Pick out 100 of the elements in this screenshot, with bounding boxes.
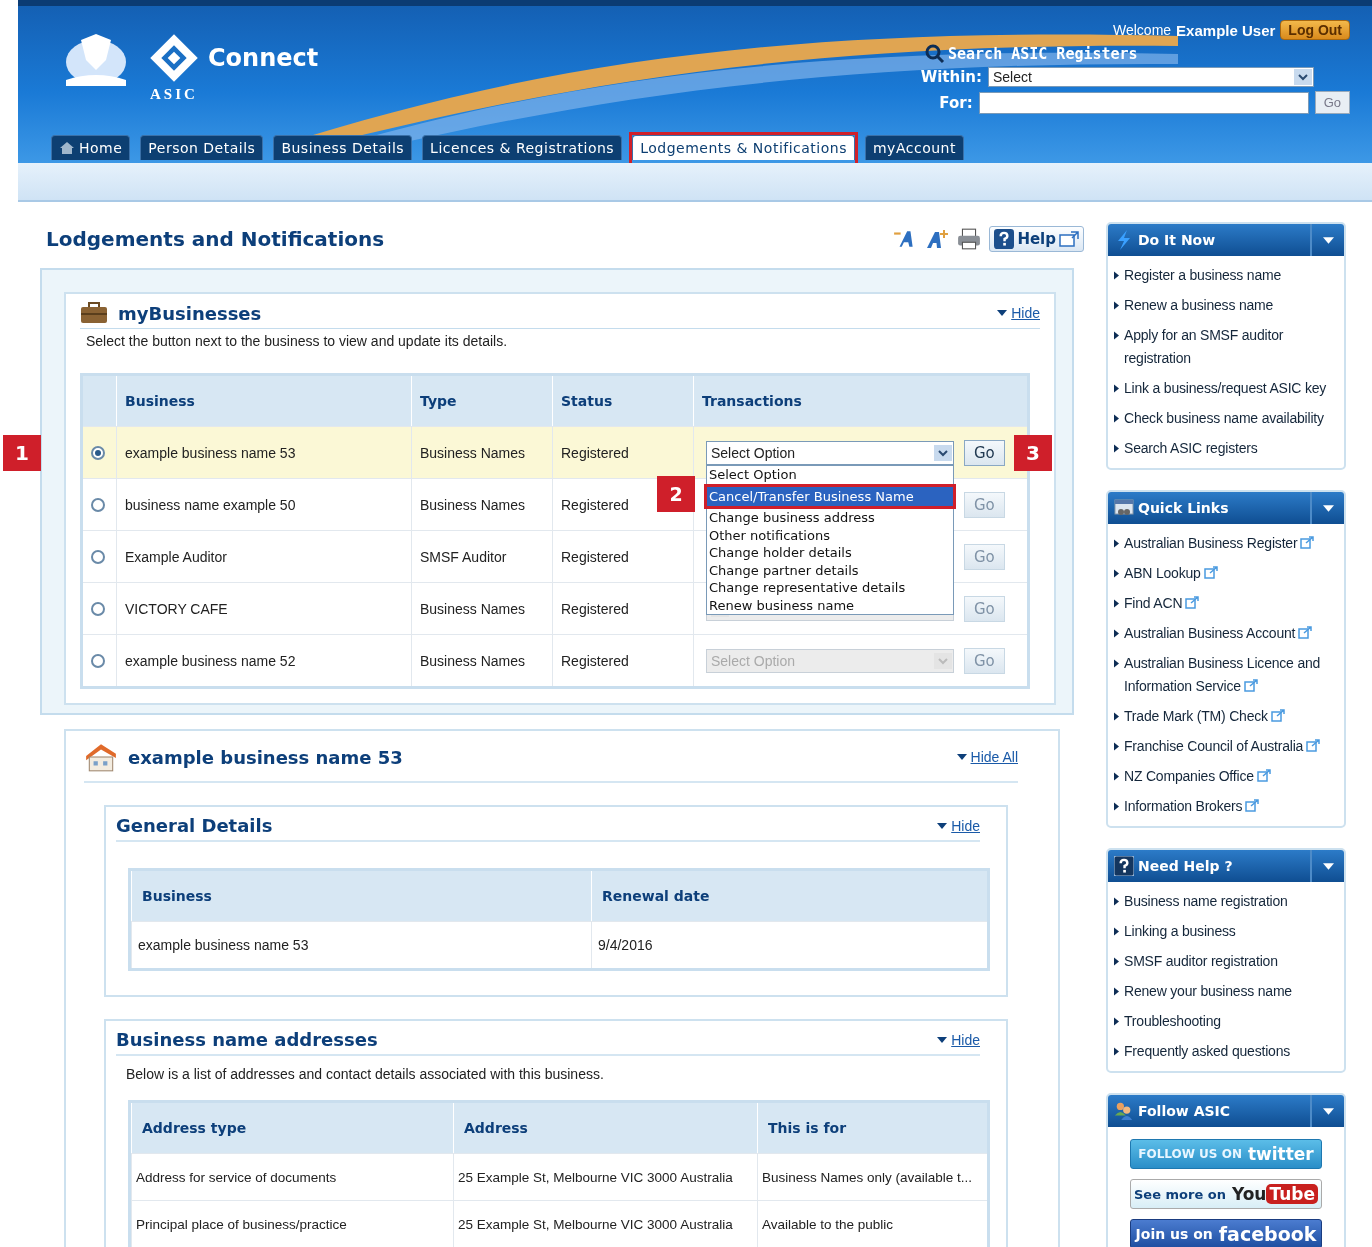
table-cell: Example Auditor xyxy=(116,530,411,582)
sidebar-link[interactable]: Check business name availability xyxy=(1124,407,1324,430)
sidebar-link[interactable]: Information Brokers xyxy=(1124,795,1260,818)
sidebar-link[interactable]: Franchise Council of Australia xyxy=(1124,735,1321,758)
nav-tab[interactable]: Business Details xyxy=(273,135,413,160)
hide-link[interactable]: Hide xyxy=(937,817,980,834)
external-link-icon xyxy=(1270,709,1285,722)
table-cell: VICTORY CAFE xyxy=(116,582,411,634)
callout-badge: 2 xyxy=(657,475,695,512)
sidebar-link[interactable]: Find ACN xyxy=(1124,592,1200,615)
dropdown-option[interactable]: Change business address xyxy=(707,509,953,527)
table-cell: example business name 52 xyxy=(116,634,411,686)
caret-icon xyxy=(997,310,1008,316)
column-header: Address type xyxy=(131,1103,453,1153)
search-go-button[interactable]: Go xyxy=(1314,91,1350,114)
within-select[interactable]: Select xyxy=(988,67,1314,87)
sidebar-link[interactable]: ABN Lookup xyxy=(1124,562,1218,585)
sidebar-link[interactable]: Australian Business Register xyxy=(1124,532,1315,555)
social-button[interactable]: Join us on facebook xyxy=(1130,1219,1322,1247)
hide-all-link[interactable]: Hide All xyxy=(956,749,1018,765)
bullet-icon xyxy=(1114,271,1119,280)
sidebar-link[interactable]: Renew a business name xyxy=(1124,294,1274,317)
sidebar-link[interactable]: Trade Mark (TM) Check xyxy=(1124,705,1285,728)
table-cell: Registered xyxy=(552,634,693,686)
table-cell: Business Names xyxy=(411,582,552,634)
column-header: Address xyxy=(453,1103,757,1153)
caret-icon xyxy=(1322,236,1334,244)
caret-icon xyxy=(1322,862,1334,870)
sidebar-link[interactable]: Search ASIC registers xyxy=(1124,437,1258,460)
bullet-icon xyxy=(1114,927,1119,936)
dropdown-option[interactable]: Renew business name xyxy=(707,596,953,614)
external-link-icon xyxy=(1243,679,1258,692)
sidebar-link[interactable]: Renew your business name xyxy=(1124,980,1292,1003)
radio-button[interactable] xyxy=(91,445,105,460)
sidebar-link[interactable]: NZ Companies Office xyxy=(1124,765,1271,788)
caret-icon xyxy=(1322,504,1334,512)
table-cell: 25 Example St, Melbourne VIC 3000 Australia xyxy=(453,1200,757,1247)
column-header: Business xyxy=(116,376,411,426)
go-button[interactable]: Go xyxy=(964,439,1005,466)
dropdown-option[interactable]: Change representative details xyxy=(707,579,953,597)
hide-link[interactable]: Hide xyxy=(937,1031,980,1048)
column-header: This is for xyxy=(757,1103,987,1153)
social-button[interactable]: See more on You Tube xyxy=(1130,1179,1322,1209)
help-button[interactable]: Help xyxy=(989,226,1084,252)
external-link-icon xyxy=(1203,566,1218,579)
sidebar-link[interactable]: Troubleshooting xyxy=(1124,1010,1221,1033)
question-icon xyxy=(994,229,1015,249)
table-cell: Business Names xyxy=(411,426,552,478)
page-title: Lodgements and Notifications xyxy=(46,227,385,251)
caret-icon xyxy=(937,822,948,829)
bullet-icon xyxy=(1114,802,1119,811)
table-cell: 25 Example St, Melbourne VIC 3000 Australia xyxy=(453,1153,757,1200)
external-link-icon xyxy=(1185,596,1200,609)
dropdown-option[interactable]: Change holder details xyxy=(707,544,953,562)
bullet-icon xyxy=(1114,659,1119,668)
dropdown-option[interactable]: Select Option xyxy=(707,466,953,484)
caret-icon xyxy=(937,1036,948,1043)
sidebar-link[interactable]: SMSF auditor registration xyxy=(1124,950,1278,973)
logout-button[interactable]: Log Out xyxy=(1280,20,1350,40)
nav-tab[interactable]: myAccount xyxy=(865,135,964,160)
dropdown-option[interactable]: Cancel/Transfer Business Name xyxy=(704,483,956,509)
nav-tab[interactable]: Person Details xyxy=(140,135,264,160)
sidebar-link[interactable]: Australian Business Account xyxy=(1124,622,1313,645)
within-label: Within: xyxy=(920,68,982,86)
home-icon xyxy=(59,141,75,155)
table-cell: SMSF Auditor xyxy=(411,530,552,582)
nav-tab[interactable]: Home xyxy=(51,135,131,160)
logo-text: Connect xyxy=(208,44,319,72)
nav-tab[interactable]: Licences & Registrations xyxy=(422,135,623,160)
bullet-icon xyxy=(1114,331,1119,340)
sidebar-link[interactable]: Frequently asked questions xyxy=(1124,1040,1290,1063)
bullet-icon xyxy=(1114,444,1119,453)
bullet-icon xyxy=(1114,1017,1119,1026)
bullet-icon xyxy=(1114,629,1119,638)
print-icon[interactable] xyxy=(957,228,982,250)
sidebar-link[interactable]: Register a business name xyxy=(1124,264,1282,287)
sidebar-link[interactable]: Linking a business xyxy=(1124,920,1236,943)
external-link-icon xyxy=(1300,536,1315,549)
dropdown-option[interactable]: Other notifications xyxy=(707,526,953,544)
people-icon xyxy=(1114,1101,1134,1121)
table-cell: Address for service of documents xyxy=(131,1153,453,1200)
increase-text-icon[interactable] xyxy=(925,228,950,250)
bullet-icon xyxy=(1114,1047,1119,1056)
window-icon xyxy=(1114,498,1134,518)
column-header: Status xyxy=(552,376,693,426)
search-input[interactable] xyxy=(978,91,1309,114)
table-cell: Registered xyxy=(552,530,693,582)
hide-link[interactable]: Hide xyxy=(997,305,1040,321)
sidebar-link[interactable]: Link a business/request ASIC key xyxy=(1124,377,1327,400)
transaction-select[interactable]: Select Option xyxy=(706,440,954,465)
bullet-icon xyxy=(1114,712,1119,721)
panel-title: Quick Links xyxy=(1138,500,1230,516)
sidebar-link[interactable]: Business name registration xyxy=(1124,890,1288,913)
bullet-icon xyxy=(1114,414,1119,423)
dropdown-option[interactable]: Change partner details xyxy=(707,561,953,579)
nav-tab[interactable]: Lodgements & Notifications xyxy=(632,135,855,160)
sidebar-link[interactable]: Apply for an SMSF auditor registration xyxy=(1124,324,1340,370)
sidebar-link[interactable]: Australian Business Licence and Information Service xyxy=(1124,652,1340,698)
subsection-title: Business name addresses xyxy=(116,1029,378,1050)
table-cell: Registered xyxy=(552,426,693,478)
